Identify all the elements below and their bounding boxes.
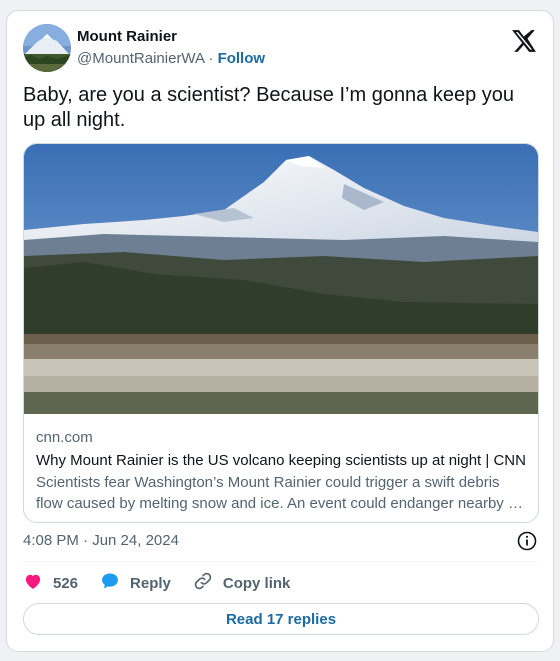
link-icon [193, 571, 223, 595]
link-preview-card[interactable]: cnn.com Why Mount Rainier is the US volc… [23, 143, 539, 523]
link-title: Why Mount Rainier is the US volcano keep… [36, 452, 526, 469]
read-replies-button[interactable]: Read 17 replies [23, 603, 539, 635]
heart-icon [23, 571, 53, 595]
reply-label: Reply [130, 574, 171, 592]
speech-bubble-icon [100, 571, 130, 595]
handle-row: @MountRainierWA · Follow [77, 48, 265, 70]
user-block: Mount Rainier @MountRainierWA · Follow [77, 28, 265, 70]
tweet-timestamp[interactable]: 4:08 PM · Jun 24, 2024 [23, 531, 179, 551]
link-preview-image [24, 144, 538, 414]
separator-dot: · [208, 50, 214, 67]
display-name[interactable]: Mount Rainier [77, 28, 265, 46]
like-count: 526 [53, 574, 79, 592]
follow-link[interactable]: Follow [218, 50, 266, 67]
avatar[interactable] [23, 24, 71, 72]
reply-button[interactable]: Reply [100, 571, 171, 595]
divider [23, 561, 537, 562]
copy-link-button[interactable]: Copy link [193, 571, 291, 595]
like-button[interactable]: 526 [23, 571, 78, 595]
tweet-header: Mount Rainier @MountRainierWA · Follow [23, 24, 537, 74]
copy-link-label: Copy link [222, 574, 291, 592]
link-domain: cnn.com [36, 429, 93, 446]
link-description: Scientists fear Washington’s Mount Raini… [36, 474, 523, 512]
tweet-text: Baby, are you a scientist? Because I’m g… [23, 84, 515, 131]
x-logo-icon[interactable] [511, 28, 537, 54]
tweet-embed-card: Mount Rainier @MountRainierWA · Follow B… [6, 10, 554, 652]
action-bar: 526 Reply Copy link [23, 572, 312, 594]
link-meta: cnn.com Why Mount Rainier is the US volc… [36, 428, 526, 514]
info-icon[interactable] [517, 531, 537, 551]
handle[interactable]: @MountRainierWA [77, 50, 204, 67]
